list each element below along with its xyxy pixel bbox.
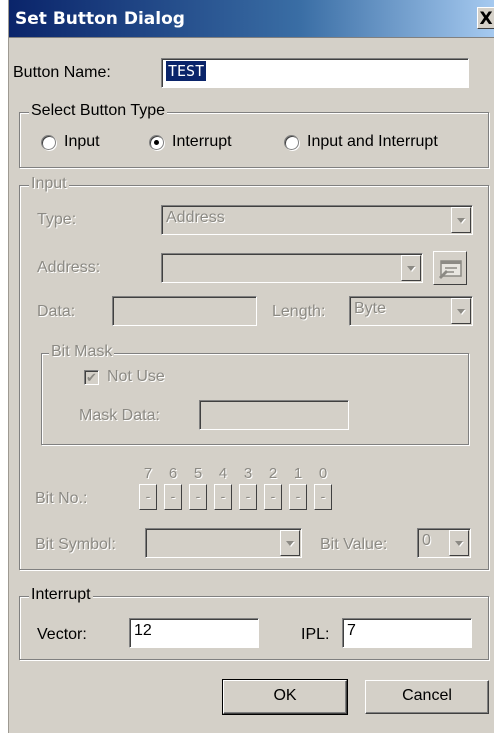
bit-toggle-1[interactable]: - (289, 484, 307, 510)
button-name-input[interactable]: TEST (161, 58, 469, 88)
chevron-down-icon[interactable] (449, 530, 469, 556)
ipl-value: 7 (347, 622, 356, 639)
radio-selected-dot (154, 140, 159, 145)
radio-input-and-interrupt[interactable] (284, 135, 299, 150)
bit-number: 4 (218, 465, 228, 482)
interrupt-group-title: Interrupt (29, 586, 93, 604)
bit-value-label: Bit Value: (320, 536, 388, 553)
cancel-button[interactable]: Cancel (365, 680, 489, 714)
close-icon: X (479, 9, 493, 29)
radio-interrupt[interactable] (149, 135, 164, 150)
bit-number: 3 (243, 465, 253, 482)
type-select[interactable]: Address (161, 205, 473, 235)
address-browse-icon (439, 260, 462, 279)
bit-symbol-select[interactable] (145, 528, 302, 558)
data-label: Data: (37, 303, 76, 320)
bit-number: 5 (193, 465, 203, 482)
bit-no-label: Bit No.: (35, 490, 88, 507)
ipl-input[interactable]: 7 (342, 618, 472, 648)
not-use-label[interactable]: Not Use (107, 368, 165, 386)
chevron-down-icon[interactable] (401, 255, 421, 281)
radio-input-label[interactable]: Input (64, 133, 100, 151)
close-button[interactable]: X (477, 7, 494, 29)
vector-label: Vector: (37, 626, 87, 643)
dialog-title: Set Button Dialog (15, 9, 185, 29)
chevron-down-icon[interactable] (451, 298, 471, 324)
not-use-checkbox[interactable]: ✔ (84, 370, 99, 385)
vector-input[interactable]: 12 (129, 618, 259, 648)
vector-value: 12 (134, 622, 152, 639)
bit-number: 1 (293, 465, 303, 482)
select-button-type-title: Select Button Type (29, 102, 168, 120)
mask-data-label: Mask Data: (79, 407, 160, 424)
bit-number: 7 (143, 465, 153, 482)
set-button-dialog: Set Button Dialog X Button Name: TEST Se… (8, 0, 494, 733)
data-input[interactable] (112, 296, 257, 326)
bit-value-select[interactable]: 0 (417, 528, 471, 558)
chevron-down-icon[interactable] (451, 207, 471, 233)
chevron-down-icon[interactable] (280, 530, 300, 556)
address-label: Address: (37, 259, 101, 276)
bit-toggle-5[interactable]: - (189, 484, 207, 510)
bit-number: 0 (318, 465, 328, 482)
bit-toggle-7[interactable]: - (139, 484, 157, 510)
bit-toggle-4[interactable]: - (214, 484, 232, 510)
bit-mask-title: Bit Mask (49, 343, 115, 361)
bit-value-value: 0 (422, 532, 431, 549)
input-group-title: Input (29, 175, 69, 193)
type-value: Address (166, 209, 225, 226)
bit-number: 2 (268, 465, 278, 482)
address-select[interactable] (161, 253, 423, 283)
ipl-label: IPL: (301, 626, 330, 643)
bit-toggle-3[interactable]: - (239, 484, 257, 510)
bit-toggle-6[interactable]: - (164, 484, 182, 510)
button-name-label: Button Name: (13, 64, 111, 81)
ok-button[interactable]: OK (222, 679, 348, 715)
radio-interrupt-label[interactable]: Interrupt (172, 133, 232, 151)
button-name-value: TEST (166, 61, 207, 81)
radio-input-and-interrupt-label[interactable]: Input and Interrupt (307, 133, 438, 151)
title-bar[interactable]: Set Button Dialog X (9, 0, 494, 38)
bit-toggle-0[interactable]: - (314, 484, 332, 510)
bit-toggle-2[interactable]: - (264, 484, 282, 510)
radio-input[interactable] (41, 135, 56, 150)
bit-symbol-label: Bit Symbol: (35, 536, 116, 553)
length-value: Byte (354, 300, 387, 317)
mask-data-input[interactable] (199, 400, 349, 430)
length-label: Length: (272, 303, 326, 320)
bit-number: 6 (168, 465, 178, 482)
length-select[interactable]: Byte (349, 296, 473, 326)
address-browse-button[interactable] (433, 251, 467, 285)
bit-mask-group (41, 353, 469, 445)
type-label: Type: (37, 211, 77, 228)
